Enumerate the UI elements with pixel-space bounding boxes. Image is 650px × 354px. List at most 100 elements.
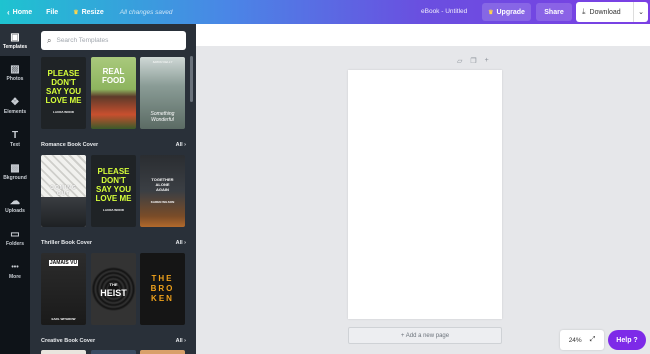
help-label: Help ?	[616, 336, 638, 344]
home-label: Home	[12, 8, 33, 16]
template-text: SAY YOU	[96, 185, 131, 194]
page-tools: ▱ ❐ +	[457, 57, 489, 65]
template-thumbnail[interactable]: TOGETHER ALONE AGAIN KAREN WILSON	[140, 155, 185, 227]
sidebar-item-photos[interactable]: ▨ Photos	[0, 64, 30, 82]
template-thumbnail[interactable]: PLEASE DON'T SAY YOU LOVE ME LAURA WOOD	[91, 155, 136, 227]
template-thumbnail[interactable]	[91, 350, 136, 354]
download-button[interactable]: ⤓ Download ⌄	[576, 2, 648, 22]
zoom-control[interactable]: 24% ⤢	[560, 330, 604, 350]
file-menu[interactable]: File	[46, 9, 58, 16]
template-thumbnail[interactable]: JAMAIS VU EARL WITHROW	[41, 253, 86, 325]
template-author: LAURA WOOD	[103, 208, 124, 212]
templates-icon: ▣	[10, 32, 20, 43]
sidebar-item-folders[interactable]: ▭ Folders	[0, 229, 30, 247]
save-status: All changes saved	[119, 8, 173, 16]
template-text: DON'T	[101, 176, 126, 185]
sidebar-item-label: Text	[10, 142, 20, 148]
sidebar-item-background[interactable]: ▩ Bkground	[0, 163, 30, 181]
upgrade-label: Upgrade	[496, 8, 525, 16]
folders-icon: ▭	[10, 229, 20, 240]
chevron-down-icon[interactable]: ⌄	[634, 8, 648, 16]
sidebar-item-label: Bkground	[3, 175, 27, 181]
background-icon: ▩	[10, 163, 20, 174]
download-icon: ⤓	[582, 7, 586, 16]
sidebar-item-label: Photos	[6, 76, 24, 82]
add-icon[interactable]: +	[485, 57, 489, 65]
see-all-link[interactable]: All ›	[176, 240, 186, 246]
template-text: THE	[151, 274, 174, 283]
see-all-link[interactable]: All ›	[176, 338, 186, 344]
template-text: FOOD	[101, 76, 126, 85]
help-button[interactable]: Help ?	[608, 330, 646, 350]
template-text: PLEASE	[97, 167, 130, 176]
share-label: Share	[544, 8, 564, 16]
template-author: EARL WITHROW	[51, 317, 76, 321]
template-thumbnail[interactable]: SIMON KELLY Something Wonderful	[140, 57, 185, 129]
template-text: Wonderful	[151, 117, 174, 123]
expand-icon[interactable]: ⤢	[590, 336, 596, 344]
panel-scrollbar[interactable]	[190, 56, 193, 102]
photos-icon: ▨	[10, 64, 20, 75]
resize-label: Resize	[81, 8, 104, 16]
template-text: LOVE ME	[95, 194, 132, 203]
add-page-button[interactable]: + Add a new page	[348, 327, 502, 344]
elements-icon: ❖	[10, 97, 20, 108]
sidebar-item-label: Elements	[3, 109, 27, 115]
templates-panel: ⌕ PLEASE DON'T SAY YOU LOVE ME LAURA WOO…	[30, 24, 196, 354]
sidebar-item-label: More	[9, 274, 21, 280]
crown-icon: ♛	[488, 9, 494, 16]
template-thumbnail[interactable]: REAL FOOD	[91, 57, 136, 129]
upgrade-button[interactable]: ♛ Upgrade	[482, 3, 531, 21]
document-title[interactable]: eBook - Untitled	[421, 0, 467, 24]
sidebar-item-more[interactable]: ••• More	[0, 262, 30, 280]
search-box[interactable]: ⌕	[41, 31, 186, 50]
more-icon: •••	[11, 264, 19, 271]
category-title: Creative Book Cover	[41, 338, 96, 344]
template-text: BRO	[150, 284, 175, 293]
sidebar-item-label: Templates	[2, 44, 28, 50]
design-page[interactable]	[348, 70, 502, 319]
sidebar-item-elements[interactable]: ❖ Elements	[0, 97, 30, 115]
template-text: KEN	[151, 294, 174, 303]
template-author: KAREN WILSON	[150, 200, 175, 204]
sidebar-item-label: Folders	[5, 241, 25, 247]
template-thumbnail[interactable]	[41, 350, 86, 354]
template-text: JAMAIS VU	[48, 260, 79, 266]
top-bar: ‹ Home File ♛ Resize All changes saved e…	[0, 0, 650, 24]
crown-icon: ♛	[73, 9, 79, 16]
sidebar-item-text[interactable]: T Text	[0, 130, 30, 148]
editor-toolbar	[196, 24, 650, 46]
download-label: Download	[589, 8, 621, 16]
template-thumbnail[interactable]	[140, 350, 185, 354]
note-icon[interactable]: ▱	[457, 57, 462, 65]
icon-sidebar: ▣ Templates ▨ Photos ❖ Elements T Text ▩…	[0, 24, 30, 354]
sidebar-item-uploads[interactable]: ☁ Uploads	[0, 196, 30, 214]
search-icon: ⌕	[47, 35, 52, 45]
uploads-icon: ☁	[10, 196, 20, 207]
home-button[interactable]: ‹ Home	[7, 8, 32, 17]
photo-band	[41, 197, 86, 227]
add-page-label: + Add a new page	[400, 332, 450, 339]
template-author: LAURA WOOD	[53, 110, 74, 114]
category-header: Romance Book Cover All ›	[41, 142, 186, 148]
template-text: AGAIN	[156, 187, 169, 192]
see-all-link[interactable]: All ›	[176, 142, 186, 148]
template-thumbnail[interactable]: COMING OUT	[41, 155, 86, 227]
template-text: DON'T	[51, 78, 76, 87]
duplicate-icon[interactable]: ❐	[470, 57, 476, 65]
template-thumbnail[interactable]: PLEASE DON'T SAY YOU LOVE ME LAURA WOOD	[41, 57, 86, 129]
template-text: SAY YOU	[46, 87, 81, 96]
template-thumbnail[interactable]: THE BRO KEN	[140, 253, 185, 325]
category-header: Thriller Book Cover All ›	[41, 240, 186, 246]
resize-button[interactable]: ♛ Resize	[73, 9, 104, 16]
download-main[interactable]: ⤓ Download	[576, 2, 634, 22]
template-thumbnail[interactable]: THE HEIST	[91, 253, 136, 325]
zoom-level: 24%	[568, 336, 582, 344]
chevron-left-icon: ‹	[7, 7, 10, 17]
template-text: LOVE ME	[45, 96, 82, 105]
category-title: Thriller Book Cover	[41, 240, 93, 246]
sidebar-item-templates[interactable]: ▣ Templates	[0, 24, 30, 56]
search-input[interactable]	[56, 37, 167, 44]
share-button[interactable]: Share	[536, 3, 572, 21]
template-text: REAL	[102, 67, 125, 76]
